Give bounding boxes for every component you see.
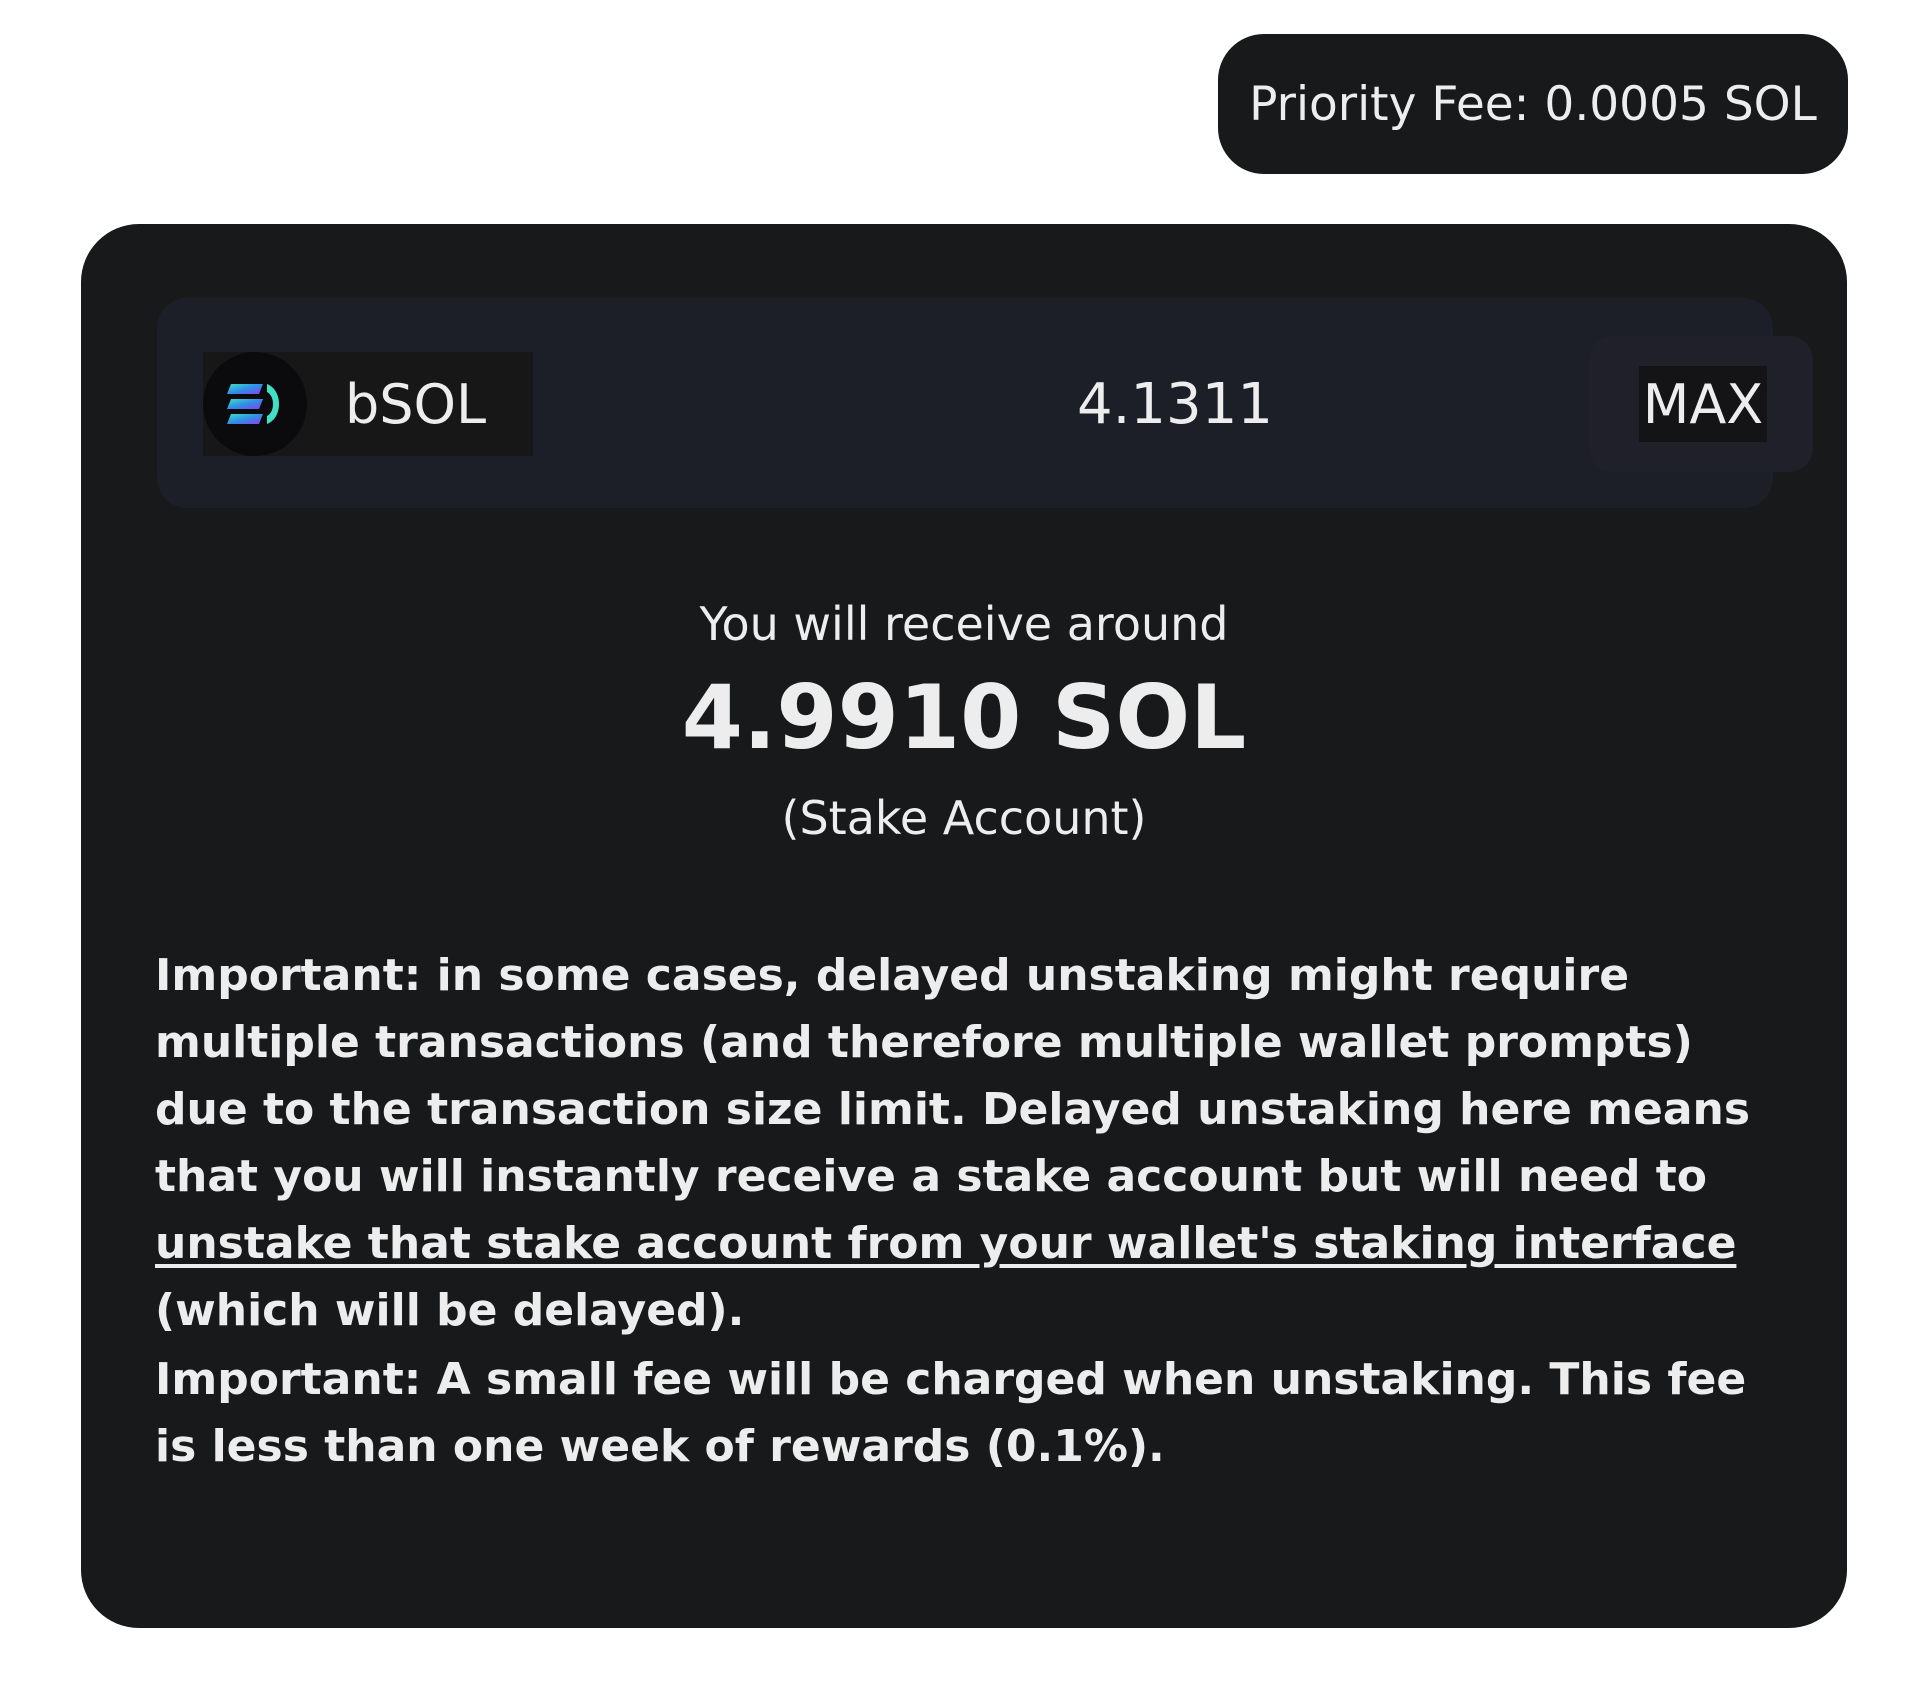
token-symbol: bSOL [345,372,487,436]
token-selector[interactable]: bSOL [203,352,533,456]
priority-fee-button[interactable]: Priority Fee: 0.0005 SOL [1218,34,1848,174]
delayed-unstake-notice-suffix: (which will be delayed). [155,1285,745,1336]
receive-amount: 4.9910 SOL [681,666,1247,769]
fee-notice: Important: A small fee will be charged w… [155,1354,1747,1472]
delayed-unstake-notice-text: Important: in some cases, delayed unstak… [155,950,1751,1202]
unstake-card: bSOL MAX You will receive around 4.9910 … [81,224,1847,1628]
staking-interface-link[interactable]: unstake that stake account from your wal… [155,1218,1736,1269]
amount-input-row: bSOL MAX [157,298,1813,508]
receive-summary: You will receive around 4.9910 SOL (Stak… [81,594,1847,848]
receive-note: (Stake Account) [781,791,1147,845]
receive-label: You will receive around [699,597,1229,651]
amount-input[interactable] [1077,358,1497,450]
bsol-token-icon [203,352,307,456]
max-button[interactable]: MAX [1639,366,1767,442]
delayed-unstake-notice: Important: in some cases, delayed unstak… [155,942,1779,1344]
max-button-container: MAX [1589,336,1813,472]
